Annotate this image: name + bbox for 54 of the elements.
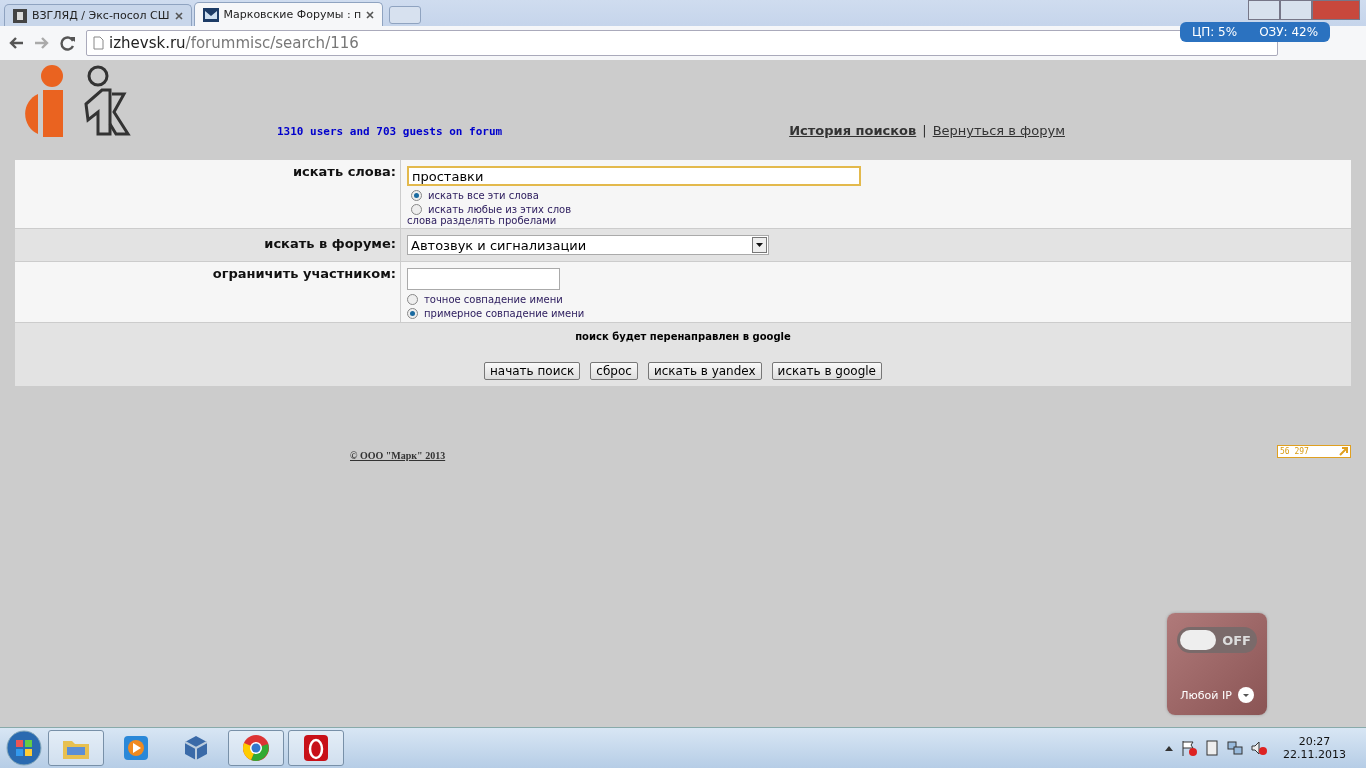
radio-button[interactable]: [411, 204, 422, 215]
taskbar-app[interactable]: [48, 730, 104, 766]
radio-label: примерное совпадение имени: [424, 308, 585, 319]
search-words-field[interactable]: проставки: [407, 166, 861, 186]
back-icon[interactable]: [8, 36, 24, 50]
minimize-button[interactable]: [1248, 0, 1280, 20]
browser-tab[interactable]: ВЗГЛЯД / Экс-посол СШ: [4, 4, 192, 26]
vpn-toggle[interactable]: OFF: [1177, 627, 1257, 653]
separator: |: [922, 123, 927, 138]
redirect-notice: поиск будет перенаправлен в google: [575, 331, 791, 342]
envelope-icon: [202, 7, 219, 22]
form-button[interactable]: сброс: [590, 362, 638, 380]
speaker-muted-icon[interactable]: [1251, 740, 1267, 756]
radio-button[interactable]: [407, 294, 418, 305]
play-icon: [123, 735, 149, 761]
online-count: 1310 users and 703 guests on forum: [277, 125, 503, 138]
field-label: ограничить участником:: [212, 266, 396, 281]
letter-icon: [13, 8, 27, 23]
browser-logo-icon: [303, 734, 329, 762]
radio-label: искать любые из этих слов: [428, 204, 572, 215]
location-label: Любой IP: [1180, 688, 1232, 702]
member-field[interactable]: [407, 268, 560, 290]
form-button[interactable]: искать в google: [771, 362, 882, 380]
browser-tab[interactable]: Марковские Форумы : п: [193, 2, 384, 26]
taskbar-app[interactable]: [288, 730, 344, 766]
radio-label: точное совпадение имени: [424, 294, 563, 305]
chrome-icon: [242, 734, 270, 762]
network-icon[interactable]: [1227, 740, 1243, 756]
arrow-icon: [1339, 447, 1348, 456]
nav-link[interactable]: История поисков: [789, 123, 917, 138]
field-label: искать в форуме:: [264, 236, 396, 251]
tray-expand-icon[interactable]: [1165, 745, 1173, 751]
copyright-link[interactable]: © ООО "Марк" 2013: [350, 450, 446, 461]
hint-text: слова разделять пробелами: [407, 215, 558, 226]
close-icon[interactable]: [366, 10, 375, 19]
form-button[interactable]: начать поиск: [483, 362, 581, 380]
flag-icon[interactable]: [1181, 740, 1197, 756]
radio-button[interactable]: [407, 308, 418, 319]
radio-label: искать все эти слова: [428, 190, 539, 201]
nav-link[interactable]: Вернуться в форум: [932, 123, 1065, 138]
clock[interactable]: 20:27 22.11.2013: [1283, 735, 1346, 761]
field-label: искать слова:: [292, 164, 396, 179]
restore-button[interactable]: [1280, 0, 1312, 20]
form-button[interactable]: искать в yandex: [647, 362, 762, 380]
dropdown-icon[interactable]: [1237, 687, 1254, 703]
page-icon: [93, 36, 104, 50]
cube-icon: [183, 735, 209, 761]
close-icon[interactable]: [174, 11, 183, 20]
radio-button[interactable]: [411, 190, 422, 201]
start-button[interactable]: [4, 729, 44, 767]
device-icon[interactable]: [1205, 740, 1219, 756]
taskbar-app[interactable]: [228, 730, 284, 766]
forum-dropdown[interactable]: Автозвук и сигнализации: [407, 235, 769, 255]
reload-icon[interactable]: [60, 35, 76, 51]
